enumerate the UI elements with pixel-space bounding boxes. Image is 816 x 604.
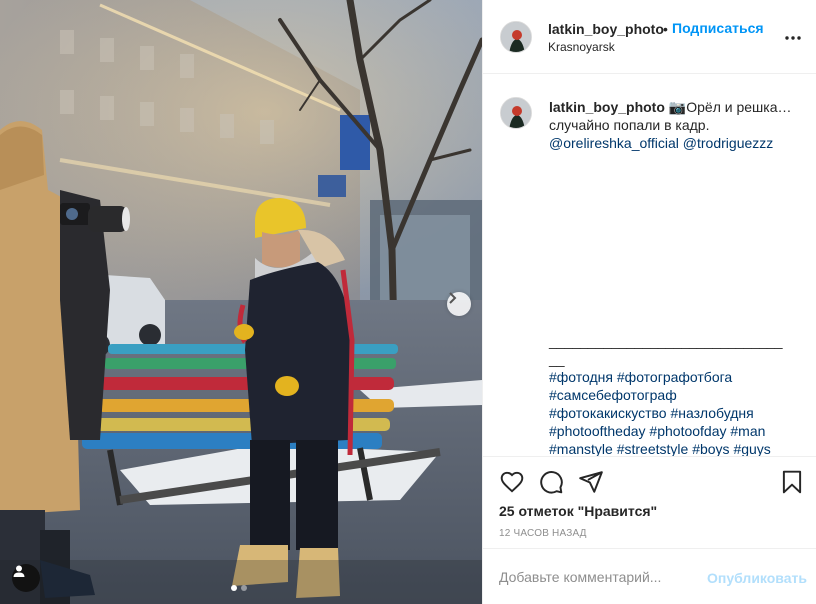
follow-button[interactable]: Подписаться [672,20,764,36]
carousel-indicator [231,585,247,591]
like-button[interactable] [499,469,525,495]
comment-button[interactable] [538,469,564,495]
hashtag-link[interactable]: #boys [692,441,729,456]
hashtag-link[interactable]: #фотокакискуство [549,405,667,421]
comment-icon [538,471,564,499]
bookmark-icon [779,470,805,499]
mention-link[interactable]: @orelireshka_official [549,135,679,151]
publish-comment-button[interactable]: Опубликовать [707,570,807,586]
header-separator: • [663,21,668,37]
caption-username[interactable]: latkin_boy_photo [549,99,665,115]
caption-line-2: случайно попали в кадр. [549,117,710,133]
camera-emoji: 📷 [668,99,687,115]
likes-count[interactable]: 25 отметок "Нравится" [499,503,657,519]
caption-text: latkin_boy_photo 📷Орёл и решка… случайно… [549,98,793,152]
post-header: latkin_boy_photo • Подписаться Krasnoyar… [483,0,816,74]
mention-link[interactable]: @trodriguezzz [683,135,773,151]
caption-line-1: Орёл и решка… [686,99,792,115]
hashtag-link[interactable]: #фотографотбога [617,369,732,385]
carousel-dot [241,585,247,591]
hashtag-link[interactable]: #manstyle [549,441,613,456]
hashtag-link[interactable]: #photooftheday [549,423,646,439]
carousel-dot-active [231,585,237,591]
next-slide-button[interactable] [447,292,471,316]
more-options-button[interactable] [783,30,803,46]
avatar[interactable] [500,97,532,129]
caption-divider-line: ________________________________ [549,333,783,367]
post-photo[interactable] [0,0,482,604]
hashtag-link[interactable]: #man [730,423,765,439]
hashtag-link[interactable]: #photoofday [649,423,726,439]
post-details-panel: latkin_boy_photo • Подписаться Krasnoyar… [482,0,816,604]
hashtag-link[interactable]: #самсебефотограф [549,387,677,403]
hashtag-link[interactable]: #фотодня [549,369,613,385]
post-actions: 25 отметок "Нравится" 12 ЧАСОВ НАЗАД [483,456,816,548]
caption-section: latkin_boy_photo 📷Орёл и решка… случайно… [483,74,816,456]
post-author-username[interactable]: latkin_boy_photo [548,21,664,37]
hashtag-list: #фотодня #фотографотбога #самсебефотогра… [549,368,793,456]
hashtag-link[interactable]: #guys [733,441,770,456]
heart-icon [499,471,525,499]
share-button[interactable] [578,469,604,495]
save-button[interactable] [779,469,805,495]
comment-input[interactable] [499,563,699,591]
avatar[interactable] [500,21,532,53]
hashtag-link[interactable]: #streetstyle [617,441,689,456]
hashtag-link[interactable]: #назлобудня [670,405,753,421]
post-location[interactable]: Krasnoyarsk [548,40,615,54]
street-photo-image [0,0,482,604]
post-timestamp[interactable]: 12 ЧАСОВ НАЗАД [499,528,587,539]
user-tags-button[interactable] [12,564,40,592]
comment-form: Опубликовать [483,548,816,604]
share-icon [578,471,604,499]
more-horizontal-icon [783,33,803,50]
